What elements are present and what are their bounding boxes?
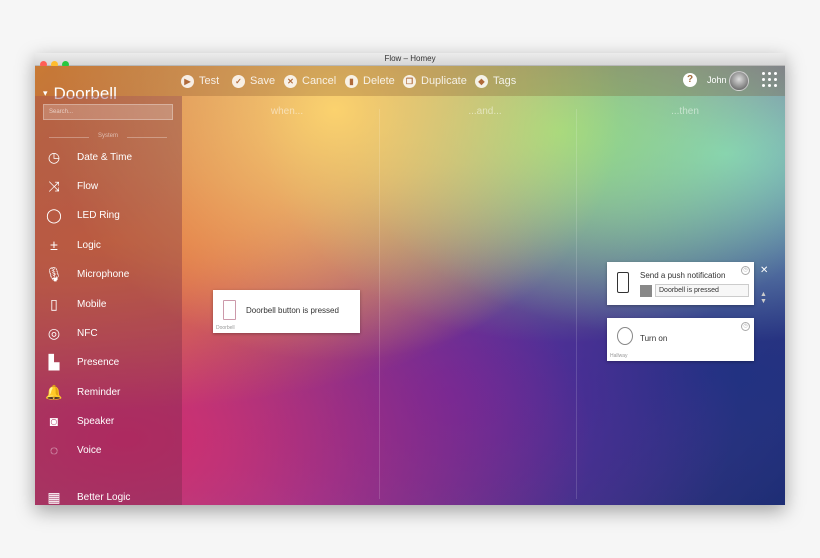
action-caption: Hallway	[610, 353, 628, 359]
avatar	[640, 285, 652, 297]
mobile-icon: ▯	[50, 295, 58, 312]
trigger-card-doorbell[interactable]: Doorbell button is pressed Doorbell	[213, 290, 360, 333]
map-icon: ▙	[48, 353, 60, 370]
reorder-arrows-icon[interactable]: ▲ ▼	[760, 291, 767, 305]
avatar[interactable]	[729, 71, 749, 91]
sidebar-item-speaker[interactable]: ◙ Speaker	[43, 410, 178, 432]
action-card-push-notification[interactable]: Send a push notification ◷ Doorbell is p…	[607, 262, 754, 305]
sidebar-item-reminder[interactable]: 🔔 Reminder	[43, 381, 178, 403]
sidebar: Search... System ◷ Date & Time ⤨ Flow ◯ LED…	[35, 96, 182, 505]
sidebar-item-label: Date & Time	[77, 151, 133, 163]
window-title: Flow – Homey	[384, 54, 436, 63]
logic-icon: ±	[50, 237, 58, 253]
nfc-icon: ◎	[47, 324, 61, 341]
delete-button[interactable]: ▮ Delete	[345, 73, 395, 89]
sidebar-item-logic[interactable]: ± Logic	[43, 234, 178, 256]
search-input[interactable]: Search...	[43, 104, 173, 120]
remove-card-icon[interactable]: ✕	[760, 265, 768, 276]
sidebar-item-label: LED Ring	[77, 209, 120, 221]
check-icon: ✓	[232, 74, 245, 88]
flow-icon: ⤨	[48, 177, 60, 194]
tags-label: Tags	[493, 75, 517, 87]
doorbell-device-icon	[223, 300, 236, 320]
play-icon: ▶	[181, 74, 194, 88]
test-button[interactable]: ▶ Test	[181, 73, 219, 89]
sidebar-item-voice[interactable]: ◌ Voice	[43, 439, 178, 461]
sidebar-item-better-logic[interactable]: ▦ Better Logic	[43, 486, 178, 505]
delete-label: Delete	[363, 75, 395, 87]
column-divider	[576, 109, 577, 499]
cancel-label: Cancel	[302, 75, 337, 87]
trash-icon: ▮	[345, 74, 358, 88]
mobile-device-icon	[617, 272, 629, 293]
notification-text-field[interactable]: Doorbell is pressed	[655, 284, 749, 297]
clock-icon: ◷	[47, 148, 61, 165]
section-label-system: System	[43, 133, 173, 141]
sidebar-item-label: Logic	[77, 239, 101, 251]
microphone-icon: 🎙	[45, 265, 63, 282]
duplicate-label: Duplicate	[421, 75, 467, 87]
sidebar-item-label: Mobile	[77, 298, 107, 310]
sidebar-item-label: NFC	[77, 327, 98, 339]
bell-icon: 🔔	[45, 383, 63, 400]
speech-bubble-icon: ◌	[49, 442, 59, 458]
trigger-caption: Doorbell	[216, 325, 235, 331]
sidebar-item-label: Speaker	[77, 415, 115, 427]
led-ring-icon: ◯	[46, 206, 62, 223]
sidebar-item-label: Flow	[77, 180, 99, 192]
duplicate-icon: ❐	[403, 74, 416, 88]
sidebar-item-label: Microphone	[77, 268, 130, 280]
tags-button[interactable]: ◆ Tags	[475, 73, 516, 89]
test-label: Test	[199, 75, 220, 87]
tag-icon: ◆	[475, 74, 488, 88]
sidebar-item-presence[interactable]: ▙ Presence	[43, 351, 178, 373]
window-titlebar: Flow – Homey	[35, 53, 785, 68]
sidebar-item-nfc[interactable]: ◎ NFC	[43, 322, 178, 344]
light-bulb-icon	[617, 327, 633, 345]
sidebar-item-flow[interactable]: ⤨ Flow	[43, 175, 178, 197]
column-header-then: ...then	[671, 106, 699, 117]
close-icon: ✕	[284, 74, 297, 88]
sidebar-item-microphone[interactable]: 🎙 Microphone	[43, 263, 178, 285]
action-title: Turn on	[640, 334, 668, 343]
column-header-when: when...	[270, 106, 304, 117]
apps-grid-icon[interactable]	[762, 72, 778, 88]
save-button[interactable]: ✓ Save	[232, 73, 275, 89]
calculator-icon: ▦	[47, 488, 61, 505]
sidebar-item-label: Reminder	[77, 386, 121, 398]
speaker-icon: ◙	[49, 413, 59, 429]
user-name[interactable]: John	[707, 75, 727, 85]
top-toolbar: ▾ Doorbell ▶ Test ✓ Save ✕ Cancel ▮ Delete ❐ D…	[35, 66, 785, 103]
sidebar-item-mobile[interactable]: ▯ Mobile	[43, 293, 178, 315]
app-window: Flow – Homey ▾ Doorbell ▶ Test ✓ Save ✕ Canc…	[35, 53, 785, 505]
sidebar-item-date-time[interactable]: ◷ Date & Time	[43, 146, 178, 168]
duplicate-button[interactable]: ❐ Duplicate	[403, 73, 467, 89]
timer-icon[interactable]: ◷	[741, 266, 750, 275]
sidebar-item-label: Better Logic	[77, 491, 131, 503]
help-icon[interactable]: ?	[683, 73, 697, 87]
column-header-and: ...and...	[468, 106, 502, 117]
column-divider	[379, 109, 380, 499]
action-title: Send a push notification	[640, 271, 726, 280]
action-card-turn-on[interactable]: Turn on ◷ Hallway	[607, 318, 754, 361]
sidebar-item-label: Voice	[77, 444, 102, 456]
sidebar-item-led-ring[interactable]: ◯ LED Ring	[43, 204, 178, 226]
sidebar-item-label: Presence	[77, 356, 120, 368]
save-label: Save	[250, 75, 276, 87]
timer-icon[interactable]: ◷	[741, 322, 750, 331]
cancel-button[interactable]: ✕ Cancel	[284, 73, 336, 89]
trigger-title: Doorbell button is pressed	[246, 306, 339, 315]
